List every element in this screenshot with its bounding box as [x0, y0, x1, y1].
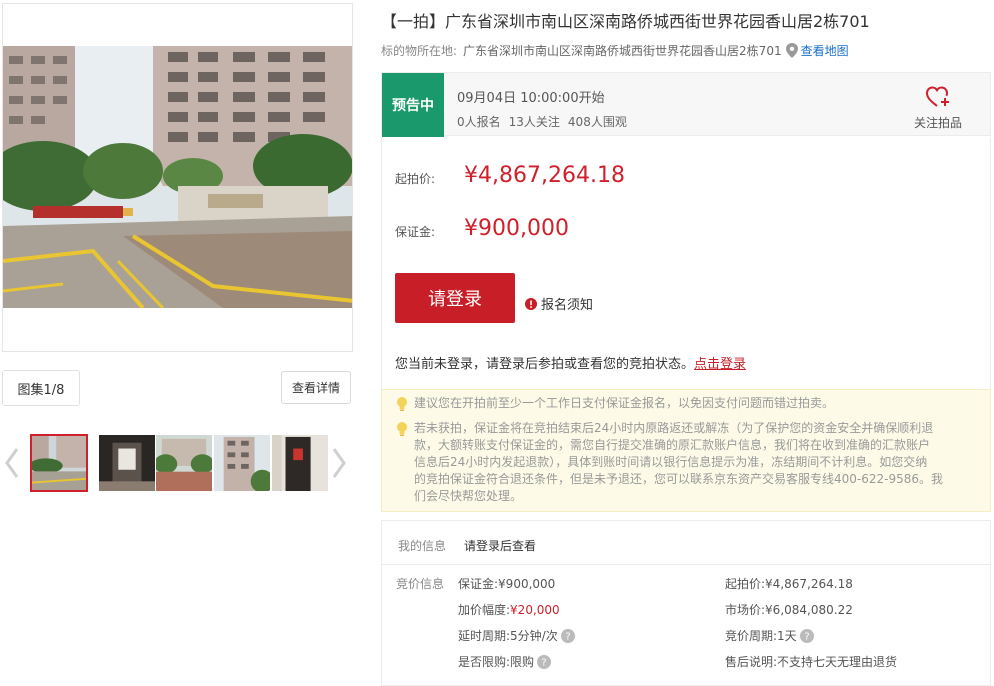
- info-market-price: 市场价: ¥6,084,080.22: [725, 601, 853, 618]
- chevron-right-icon: [332, 448, 346, 478]
- info-aftersale-value: 不支持七天无理由退货: [777, 655, 898, 669]
- svg-text:?: ?: [565, 631, 570, 642]
- start-price-label: 起拍价:: [395, 172, 436, 186]
- property-photo: [3, 46, 352, 308]
- view-map-link[interactable]: 查看地图: [801, 42, 849, 59]
- info-cycle-key: 竞价周期:: [725, 629, 778, 643]
- alert-icon: [525, 297, 537, 310]
- signup-count: 0人报名: [457, 115, 501, 129]
- heart-plus-icon: [925, 86, 949, 107]
- info-bid-cycle: 竞价周期: 1天 ?: [725, 627, 814, 644]
- tip-refund-line-4: 的竞拍保证金符合退还条件，但是未予退还，您可以联系京东资产交易客服专线400-6…: [414, 472, 944, 486]
- signup-notice-link[interactable]: 报名须知: [525, 294, 593, 313]
- info-delay-value: 5分钟/次: [510, 629, 558, 643]
- my-info-row: 我的信息 请登录后查看: [382, 521, 990, 565]
- price-panel: 起拍价: ¥4,867,264.18 保证金: ¥900,000 请登录 报名须…: [381, 137, 991, 389]
- start-price-value: ¥4,867,264.18: [464, 163, 625, 188]
- help-icon[interactable]: ?: [799, 628, 814, 643]
- info-aftersale-key: 售后说明:: [725, 655, 778, 669]
- follower-count: 13人关注: [508, 115, 560, 129]
- watcher-count: 408人围观: [567, 115, 627, 129]
- info-cycle-value: 1天: [777, 629, 797, 643]
- location-row: 标的物所在地: 广东省深圳市南山区深南路侨城西街世界花园香山居2栋701 查看地…: [381, 42, 849, 59]
- info-increment-value: ¥20,000: [510, 602, 560, 617]
- info-delay-key: 延时周期:: [458, 629, 511, 643]
- info-deposit: 保证金: ¥900,000: [458, 575, 555, 592]
- auction-stats: 0人报名 13人关注 408人围观: [457, 113, 627, 130]
- info-limit-value: 限购: [510, 655, 535, 669]
- auction-info-panel: 我的信息 请登录后查看 竞价信息 保证金: ¥900,000 加价幅度: ¥20,0…: [381, 520, 991, 686]
- click-login-link[interactable]: 点击登录: [694, 357, 746, 372]
- album-counter: 图集1/8: [2, 370, 80, 406]
- help-icon[interactable]: ?: [537, 654, 552, 669]
- info-start-value: ¥4,867,264.18: [765, 576, 853, 591]
- info-increment-key: 加价幅度:: [458, 603, 511, 617]
- main-photo[interactable]: [2, 3, 353, 352]
- login-tip: 您当前未登录，请登录后参拍或查看您的竞拍状态。点击登录: [395, 353, 746, 372]
- thumbnail-prev-button[interactable]: [0, 443, 24, 483]
- help-icon[interactable]: ?: [560, 628, 575, 643]
- thumbnail-1[interactable]: [30, 434, 88, 492]
- tip-refund-line-3: 信息后24小时内发起退款），具体到账时间请以银行信息提示为准，冻结期间不计利息。…: [414, 455, 928, 469]
- login-button[interactable]: 请登录: [395, 273, 515, 323]
- tip-refund-line-1: 若未获拍，保证金将在竞拍结束后24小时内原路返还或解冻（为了保护您的资金安全并确…: [414, 421, 934, 435]
- tips-box: 建议您在开拍前至少一个工作日支付保证金报名，以免因支付问题而错过拍卖。 若未获拍…: [381, 389, 991, 512]
- location-address: 广东省深圳市南山区深南路侨城西街世界花园香山居2栋701: [463, 44, 782, 58]
- info-market-value: ¥6,084,080.22: [765, 602, 853, 617]
- login-tip-text: 您当前未登录，请登录后参拍或查看您的竞拍状态。: [395, 357, 695, 372]
- thumbnail-next-button[interactable]: [327, 443, 351, 483]
- thumbnail-2[interactable]: [98, 434, 156, 492]
- start-time: 09月04日 10:00:00开始: [457, 91, 605, 106]
- page-title: 【一拍】广东省深圳市南山区深南路侨城西街世界花园香山居2栋701: [381, 12, 870, 31]
- info-limit-key: 是否限购:: [458, 655, 511, 669]
- map-pin-icon: [785, 43, 798, 58]
- info-start-key: 起拍价:: [725, 577, 766, 591]
- info-deposit-value: ¥900,000: [498, 576, 556, 591]
- svg-text:?: ?: [541, 657, 546, 668]
- bid-info-label: 竞价信息: [396, 577, 445, 591]
- my-info-label: 我的信息: [398, 539, 447, 553]
- svg-text:?: ?: [804, 631, 809, 642]
- info-start-price: 起拍价: ¥4,867,264.18: [725, 575, 853, 592]
- my-info-value: 请登录后查看: [464, 539, 537, 553]
- tip-refund-line-5: 们会尽快帮您处理。: [414, 489, 523, 503]
- auction-status-bar: 预告中 09月04日 10:00:00开始 0人报名 13人关注 408人围观 关注…: [381, 72, 991, 137]
- tip-refund-policy: 若未获拍，保证金将在竞拍结束后24小时内原路返还或解冻（为了保护您的资金安全并确…: [414, 420, 943, 505]
- status-badge: 预告中: [382, 73, 444, 137]
- tip-refund-line-2: 款，大额转账支付保证金的，需您自行提交准确的原汇款账户信息，我们将在收到准确的汇…: [414, 438, 931, 452]
- info-deposit-key: 保证金:: [458, 577, 499, 591]
- info-market-key: 市场价:: [725, 603, 766, 617]
- deposit-value: ¥900,000: [464, 216, 569, 241]
- deposit-label: 保证金:: [395, 225, 436, 239]
- thumbnail-5[interactable]: [271, 434, 329, 492]
- view-details-button[interactable]: 查看详情: [281, 371, 351, 404]
- info-after-sale: 售后说明: 不支持七天无理由退货: [725, 653, 897, 670]
- location-label: 标的物所在地:: [381, 44, 458, 58]
- follow-label: 关注拍品: [913, 116, 962, 130]
- thumbnail-3[interactable]: [155, 434, 213, 492]
- lightbulb-icon: [395, 421, 409, 440]
- thumbnail-4[interactable]: [213, 434, 271, 492]
- signup-notice-label: 报名须知: [541, 298, 594, 313]
- thumbnail-strip: [30, 434, 328, 492]
- info-increment: 加价幅度: ¥20,000: [458, 601, 560, 618]
- chevron-left-icon: [5, 448, 19, 478]
- lightbulb-icon: [395, 396, 409, 415]
- follow-item-button[interactable]: 关注拍品: [908, 85, 968, 131]
- info-purchase-limit: 是否限购: 限购 ?: [458, 653, 552, 670]
- info-delay: 延时周期: 5分钟/次 ?: [458, 627, 575, 644]
- tip-deposit-timing: 建议您在开拍前至少一个工作日支付保证金报名，以免因支付问题而错过拍卖。: [414, 396, 835, 410]
